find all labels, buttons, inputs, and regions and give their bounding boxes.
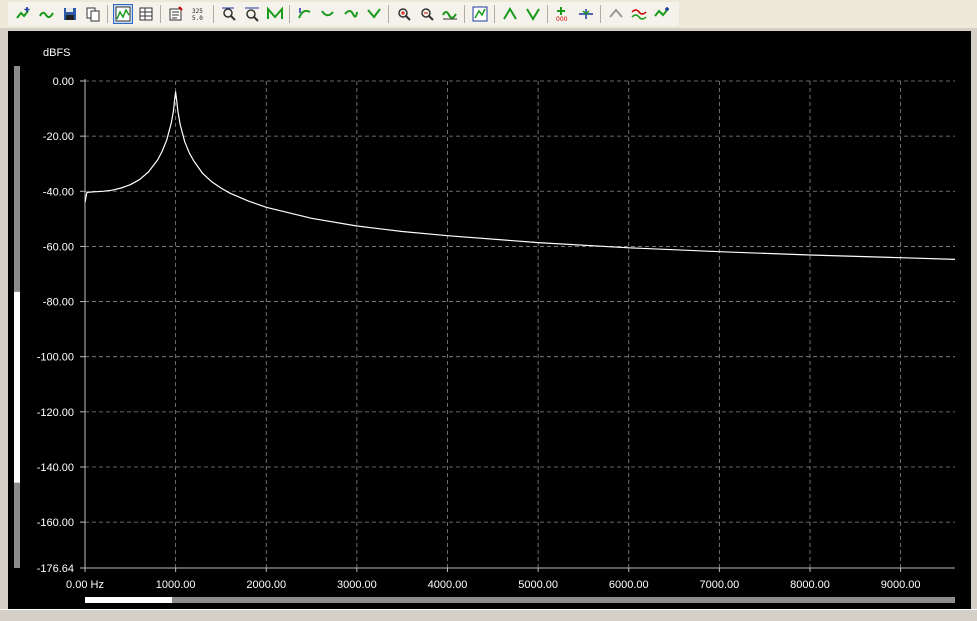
copy-icon bbox=[86, 7, 99, 22]
toolbar-separator bbox=[494, 5, 495, 23]
properties-button[interactable] bbox=[166, 4, 186, 24]
waveform-icon bbox=[441, 11, 457, 20]
peak-down-icon bbox=[525, 8, 540, 21]
zoom-fit-button[interactable] bbox=[242, 4, 262, 24]
trace-view-icon bbox=[266, 6, 283, 19]
spectrum-series-line bbox=[84, 91, 956, 260]
settings-icon bbox=[653, 7, 669, 17]
svg-text:5.0: 5.0 bbox=[192, 15, 203, 22]
autoscale-icon bbox=[472, 6, 487, 22]
zoom-x-icon bbox=[221, 7, 236, 21]
toolbar-separator bbox=[289, 5, 290, 23]
toolbar-buttons: 325 5.0 000 bbox=[8, 2, 679, 26]
y-tick-label: -20.00 bbox=[43, 131, 74, 143]
spectrum-plot-frame: 0.00 -20.00 -40.00 -60.00 -80.00 -100.00 -120.… bbox=[8, 31, 971, 609]
marker-icon: 000 bbox=[556, 7, 568, 22]
zoom-x-button[interactable] bbox=[219, 4, 239, 24]
zoom-in-button[interactable] bbox=[394, 4, 414, 24]
y-tick-label: 0.00 bbox=[53, 76, 74, 88]
y-axis-label: dBFS bbox=[43, 47, 71, 59]
zoom-in-icon bbox=[397, 8, 411, 21]
marker-button[interactable]: 000 bbox=[553, 4, 573, 24]
peak-up-button[interactable] bbox=[500, 4, 520, 24]
save-button[interactable] bbox=[60, 4, 80, 24]
curve-up-button[interactable] bbox=[295, 4, 315, 24]
data-table-button[interactable] bbox=[136, 4, 156, 24]
y-tick-label: -100.00 bbox=[37, 352, 74, 364]
waveform-button[interactable] bbox=[440, 4, 460, 24]
curve-left-icon bbox=[366, 8, 381, 19]
autoscale-button[interactable] bbox=[470, 4, 490, 24]
horizontal-scrollbar-track[interactable] bbox=[85, 597, 955, 603]
overlay-button[interactable] bbox=[629, 4, 649, 24]
wave-icon bbox=[38, 11, 54, 19]
trace-view-button[interactable] bbox=[265, 4, 285, 24]
x-tick-label: 9000.00 bbox=[881, 579, 921, 591]
up-arrow-icon bbox=[608, 8, 623, 18]
curve-right-button[interactable] bbox=[341, 4, 361, 24]
curve-right-icon bbox=[343, 10, 358, 18]
data-table-icon bbox=[139, 7, 152, 21]
overlay-icon bbox=[630, 9, 647, 20]
x-tick-label: 6000.00 bbox=[609, 579, 649, 591]
y-tick-label: -120.00 bbox=[37, 407, 74, 419]
x-tick-label: 3000.00 bbox=[337, 579, 377, 591]
settings-button[interactable] bbox=[652, 4, 672, 24]
x-tick-label: 0.00 Hz bbox=[66, 579, 104, 591]
peak-down-button[interactable] bbox=[523, 4, 543, 24]
zoom-fit-icon bbox=[244, 7, 259, 22]
spectrum-view-icon bbox=[115, 6, 130, 22]
cursor-button[interactable] bbox=[576, 4, 596, 24]
wave-button[interactable] bbox=[37, 4, 57, 24]
svg-text:000: 000 bbox=[556, 16, 568, 22]
curve-down-icon bbox=[320, 10, 334, 17]
save-icon bbox=[63, 8, 76, 20]
curve-left-button[interactable] bbox=[364, 4, 384, 24]
add-trace-button[interactable] bbox=[14, 4, 34, 24]
numeric-grid-button[interactable]: 325 5.0 bbox=[189, 4, 209, 24]
horizontal-scrollbar-thumb[interactable] bbox=[85, 597, 172, 603]
vertical-scrollbar-thumb[interactable] bbox=[14, 291, 20, 483]
toolbar-separator bbox=[547, 5, 548, 23]
zoom-out-button[interactable] bbox=[417, 4, 437, 24]
toolbar-separator bbox=[388, 5, 389, 23]
toolbar-separator bbox=[160, 5, 161, 23]
up-arrow-button[interactable] bbox=[606, 4, 626, 24]
numeric-grid-icon: 3255.0 bbox=[192, 8, 203, 22]
x-tick-label: 5000.00 bbox=[518, 579, 558, 591]
spectrum-view-button[interactable] bbox=[112, 4, 133, 24]
x-tick-label: 8000.00 bbox=[790, 579, 830, 591]
spectrum-chart: 0.00 -20.00 -40.00 -60.00 -80.00 -100.00 -120.… bbox=[14, 47, 956, 603]
copy-button[interactable] bbox=[83, 4, 103, 24]
toolbar: 325 5.0 000 bbox=[0, 0, 977, 28]
toolbar-separator bbox=[107, 5, 108, 23]
zoom-out-icon bbox=[420, 8, 434, 21]
peak-up-icon bbox=[502, 7, 517, 20]
toolbar-separator bbox=[213, 5, 214, 23]
y-tick-label: -160.00 bbox=[37, 517, 74, 529]
toolbar-separator bbox=[464, 5, 465, 23]
x-tick-label: 2000.00 bbox=[246, 579, 286, 591]
add-trace-icon bbox=[15, 7, 29, 19]
cursor-icon bbox=[578, 9, 593, 19]
x-tick-label: 4000.00 bbox=[428, 579, 468, 591]
status-strip bbox=[0, 609, 977, 621]
y-tick-label: -40.00 bbox=[43, 186, 74, 198]
svg-text:325: 325 bbox=[192, 8, 203, 15]
x-tick-label: 7000.00 bbox=[699, 579, 739, 591]
y-tick-label: -140.00 bbox=[37, 462, 74, 474]
curve-up-icon bbox=[297, 8, 310, 19]
curve-down-button[interactable] bbox=[318, 4, 338, 24]
toolbar-separator bbox=[600, 5, 601, 23]
x-tick-label: 1000.00 bbox=[156, 579, 196, 591]
y-tick-label: -80.00 bbox=[43, 297, 74, 309]
y-tick-label: -176.64 bbox=[37, 563, 74, 575]
properties-icon bbox=[169, 6, 183, 21]
y-tick-label: -60.00 bbox=[43, 241, 74, 253]
